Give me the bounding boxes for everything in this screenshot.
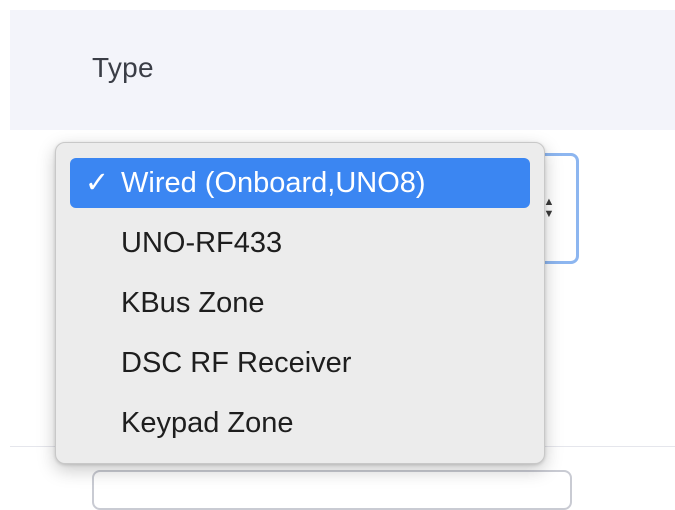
option-label: KBus Zone [121, 287, 265, 319]
type-select-dropdown: ✓ Wired (Onboard,UNO8) UNO-RF433 KBus Zo… [55, 142, 545, 464]
option-dsc-rf-receiver[interactable]: DSC RF Receiver [70, 338, 530, 388]
checkmark-icon: ✓ [84, 167, 110, 199]
option-kbus-zone[interactable]: KBus Zone [70, 278, 530, 328]
next-row-field[interactable] [92, 470, 572, 510]
column-header-type: Type [92, 52, 154, 83]
option-label: Wired (Onboard,UNO8) [121, 167, 426, 199]
option-uno-rf433[interactable]: UNO-RF433 [70, 218, 530, 268]
option-label: DSC RF Receiver [121, 347, 352, 379]
option-wired-onboard-uno8[interactable]: ✓ Wired (Onboard,UNO8) [70, 158, 530, 208]
option-label: UNO-RF433 [121, 227, 283, 259]
option-label: Keypad Zone [121, 407, 294, 439]
top-strip [0, 0, 675, 10]
option-keypad-zone[interactable]: Keypad Zone [70, 398, 530, 448]
